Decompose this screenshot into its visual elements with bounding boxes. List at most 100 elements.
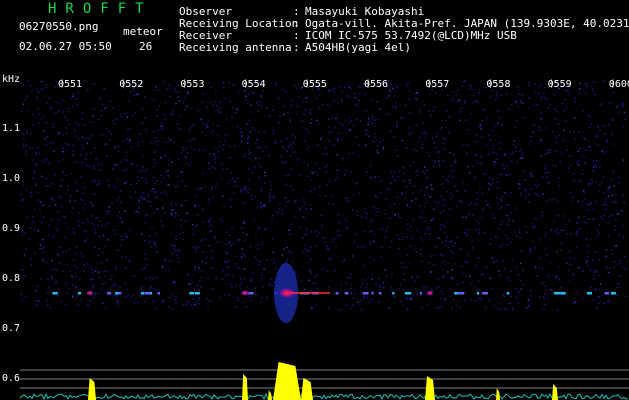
noise-pixel [430, 255, 432, 257]
noise-pixel [353, 96, 356, 99]
noise-pixel [41, 175, 43, 177]
noise-pixel [118, 196, 120, 198]
noise-pixel [465, 275, 468, 278]
noise-pixel [447, 95, 449, 97]
noise-pixel [455, 242, 457, 244]
noise-pixel [536, 104, 538, 106]
noise-pixel [608, 215, 611, 217]
noise-pixel [25, 248, 27, 250]
noise-pixel [93, 165, 95, 167]
noise-pixel [578, 131, 580, 133]
noise-pixel [574, 117, 576, 119]
noise-pixel [476, 134, 478, 136]
noise-pixel [520, 288, 522, 290]
noise-pixel [546, 98, 548, 100]
noise-pixel [55, 282, 57, 284]
noise-pixel [583, 83, 586, 85]
noise-pixel [120, 161, 122, 163]
noise-pixel [509, 173, 511, 176]
noise-pixel [252, 272, 254, 274]
noise-pixel [358, 99, 360, 102]
noise-pixel [582, 270, 584, 272]
noise-pixel [421, 306, 423, 308]
noise-pixel [247, 142, 249, 144]
noise-pixel [194, 206, 196, 208]
noise-pixel [363, 298, 365, 300]
noise-pixel [618, 233, 620, 236]
noise-pixel [595, 271, 598, 273]
noise-pixel [462, 281, 465, 283]
noise-pixel [539, 129, 541, 131]
noise-pixel [171, 213, 173, 216]
noise-pixel [51, 278, 54, 280]
noise-pixel [122, 140, 125, 142]
noise-pixel [290, 223, 292, 226]
noise-pixel [119, 286, 121, 288]
noise-pixel [176, 185, 179, 188]
echo-trace [194, 292, 200, 295]
echo-trace [554, 292, 561, 295]
noise-pixel [215, 183, 218, 185]
noise-pixel [109, 139, 112, 141]
noise-pixel [467, 129, 470, 131]
noise-pixel [166, 88, 168, 90]
noise-pixel [124, 233, 126, 236]
noise-pixel [619, 286, 621, 288]
noise-pixel [45, 122, 47, 124]
noise-pixel [82, 112, 84, 114]
noise-pixel [76, 98, 78, 100]
noise-pixel [449, 241, 452, 243]
noise-pixel [501, 196, 503, 198]
noise-pixel [528, 304, 531, 307]
noise-pixel [45, 138, 47, 140]
noise-pixel [548, 276, 551, 278]
noise-pixel [436, 237, 438, 240]
noise-pixel [101, 163, 103, 165]
noise-pixel [197, 205, 200, 207]
noise-pixel [179, 114, 181, 117]
noise-pixel [145, 258, 147, 260]
noise-pixel [541, 211, 544, 213]
noise-pixel [219, 101, 221, 103]
noise-pixel [258, 100, 261, 103]
level-peak [425, 376, 435, 400]
noise-pixel [326, 245, 328, 247]
noise-pixel [452, 278, 454, 280]
noise-pixel [618, 177, 620, 179]
noise-pixel [50, 198, 53, 201]
noise-pixel [26, 189, 28, 191]
noise-pixel [545, 232, 547, 234]
noise-pixel [81, 118, 83, 120]
noise-pixel [62, 171, 64, 173]
noise-pixel [420, 236, 422, 239]
noise-pixel [508, 218, 511, 220]
noise-pixel [214, 158, 216, 161]
noise-pixel [621, 210, 624, 212]
noise-pixel [450, 192, 452, 194]
noise-pixel [567, 90, 569, 92]
noise-pixel [141, 169, 143, 172]
noise-pixel [420, 189, 422, 191]
noise-pixel [556, 275, 559, 277]
noise-pixel [153, 151, 156, 154]
echo-trace [335, 292, 339, 295]
noise-pixel [328, 258, 330, 261]
noise-pixel [51, 276, 54, 279]
noise-pixel [614, 229, 616, 231]
noise-pixel [21, 298, 24, 301]
noise-pixel [166, 170, 168, 173]
noise-pixel [613, 266, 615, 268]
noise-pixel [75, 161, 78, 163]
noise-pixel [245, 95, 247, 97]
noise-pixel [485, 173, 487, 176]
noise-pixel [251, 280, 253, 282]
noise-pixel [194, 269, 196, 271]
noise-pixel [352, 152, 354, 155]
noise-pixel [519, 237, 521, 239]
noise-pixel [152, 300, 154, 303]
noise-pixel [129, 229, 131, 232]
noise-pixel [118, 211, 121, 214]
noise-pixel [214, 161, 217, 164]
noise-pixel [339, 234, 341, 236]
noise-pixel [172, 110, 174, 112]
